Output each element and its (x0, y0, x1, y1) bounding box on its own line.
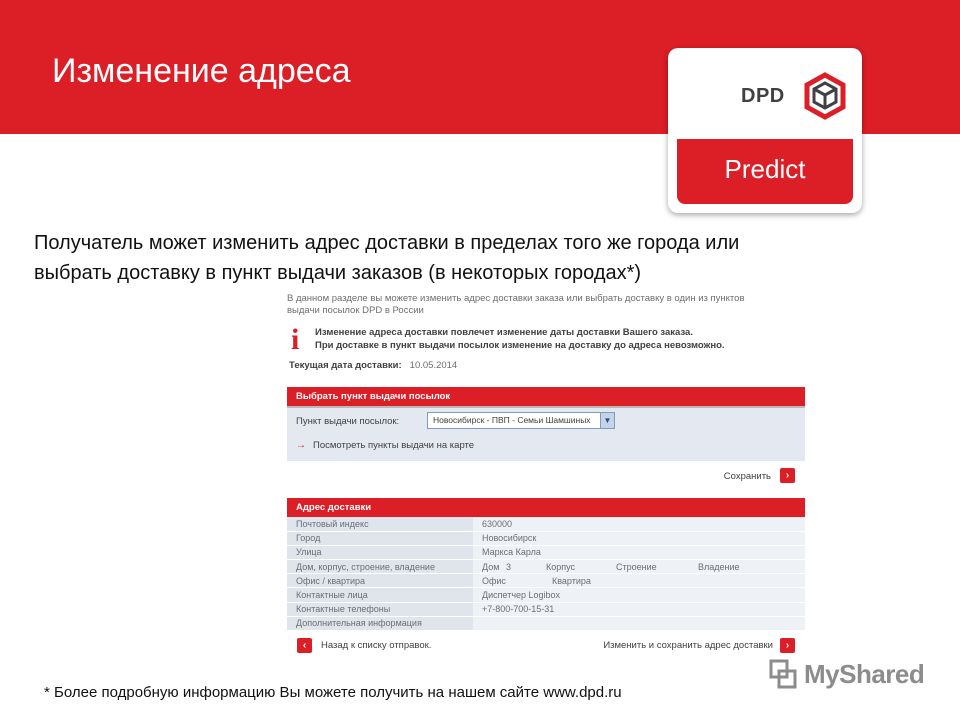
map-link[interactable]: Посмотреть пункты выдачи на карте (313, 440, 474, 451)
row-label: Почтовый индекс (287, 517, 473, 532)
row-value[interactable]: Маркса Карла (473, 545, 805, 561)
korpus-label: Корпус (546, 561, 576, 572)
slide-title: Изменение адреса (52, 52, 351, 90)
dpd-predict-logo: DPD Predict (668, 48, 862, 213)
watermark-text: MyShared (804, 658, 925, 689)
myshared-logo-icon (769, 659, 797, 689)
save-button[interactable]: › (780, 468, 795, 483)
footnote: * Более подробную информацию Вы можете п… (44, 684, 622, 701)
back-button[interactable]: ‹ (297, 638, 312, 653)
dom-label: Дом (482, 561, 500, 572)
arrow-right-icon: → (296, 440, 306, 451)
office-fields[interactable]: Офис Квартира (473, 573, 805, 589)
address-table: Почтовый индекс 630000 Город Новосибирск У… (287, 517, 805, 632)
predict-label: Predict (724, 154, 806, 184)
current-date: Текущая дата доставки: 10.05.2014 (289, 360, 457, 371)
table-row: Улица Маркса Карла (287, 545, 805, 561)
info-icon: i (291, 323, 300, 356)
myshared-watermark: MyShared (768, 656, 925, 692)
row-value[interactable]: +7-800-700-15-31 (473, 602, 805, 617)
form-intro-line-2: выдачи посылок DPD в России (287, 305, 424, 316)
intro-line-2: выбрать доставку в пункт выдачи заказов … (34, 262, 642, 284)
intro-text: Получатель может изменить адрес доставки… (34, 228, 914, 288)
table-row: Офис / квартира Офис Квартира (287, 573, 805, 589)
dpd-cube-icon (804, 72, 846, 120)
save-button-label[interactable]: Сохранить (724, 471, 771, 482)
pickup-panel: Пункт выдачи посылок: Новосибирск - ПВП … (287, 408, 805, 461)
notice-line-1: Изменение адреса доставки повлечет измен… (315, 327, 693, 338)
row-value[interactable] (473, 616, 805, 632)
row-value[interactable]: Новосибирск (473, 531, 805, 546)
logo-predict-band: Predict (677, 139, 853, 204)
address-change-form: В данном разделе вы можете изменить адре… (287, 290, 807, 660)
pickup-point-label: Пункт выдачи посылок: (296, 416, 400, 427)
dpd-brand-text: DPD (741, 85, 785, 107)
current-date-value: 10.05.2014 (409, 360, 458, 371)
table-row: Город Новосибирск (287, 531, 805, 546)
pickup-point-select[interactable]: Новосибирск - ПВП - Семьи Шамшиных ▼ (427, 412, 615, 429)
row-label: Офис / квартира (287, 573, 473, 589)
office-label: Офис (482, 575, 506, 586)
form-intro-line-1: В данном разделе вы можете изменить адре… (287, 293, 745, 304)
pickup-panel-header: Выбрать пункт выдачи посылок (287, 387, 805, 409)
row-label: Контактные лица (287, 587, 473, 603)
intro-line-1: Получатель может изменить адрес доставки… (34, 232, 740, 254)
vladenie-label: Владение (698, 561, 740, 572)
row-value[interactable]: Диспетчер Logibox (473, 587, 805, 603)
notice-text: Изменение адреса доставки повлечет измен… (315, 326, 795, 352)
logo-top: DPD (677, 57, 853, 139)
address-panel-header: Адрес доставки (287, 498, 805, 520)
row-label: Улица (287, 545, 473, 561)
row-label: Дом, корпус, строение, владение (287, 559, 473, 575)
change-save-button[interactable]: › (780, 638, 795, 653)
row-value[interactable]: 630000 (473, 517, 805, 532)
current-date-label: Текущая дата доставки: (289, 360, 402, 371)
kvartira-label: Квартира (552, 575, 591, 586)
pickup-point-selected: Новосибирск - ПВП - Семьи Шамшиных (433, 415, 591, 425)
house-fields[interactable]: Дом 3 Корпус Строение Владение (473, 559, 805, 575)
back-link[interactable]: Назад к списку отправок. (321, 640, 431, 651)
row-label: Дополнительная информация (287, 616, 473, 632)
change-save-link[interactable]: Изменить и сохранить адрес доставки (603, 640, 773, 651)
table-row: Дополнительная информация (287, 616, 805, 632)
chevron-down-icon[interactable]: ▼ (600, 413, 614, 428)
table-row: Почтовый индекс 630000 (287, 517, 805, 532)
table-row: Контактные лица Диспетчер Logibox (287, 587, 805, 603)
stroenie-label: Строение (616, 561, 657, 572)
row-label: Контактные телефоны (287, 602, 473, 617)
notice-line-2: При доставке в пункт выдачи посылок изме… (315, 340, 725, 351)
table-row: Контактные телефоны +7-800-700-15-31 (287, 602, 805, 617)
form-intro: В данном разделе вы можете изменить адре… (287, 293, 807, 317)
dom-value[interactable]: 3 (506, 562, 546, 572)
table-row: Дом, корпус, строение, владение Дом 3 Корп… (287, 559, 805, 575)
row-label: Город (287, 531, 473, 546)
